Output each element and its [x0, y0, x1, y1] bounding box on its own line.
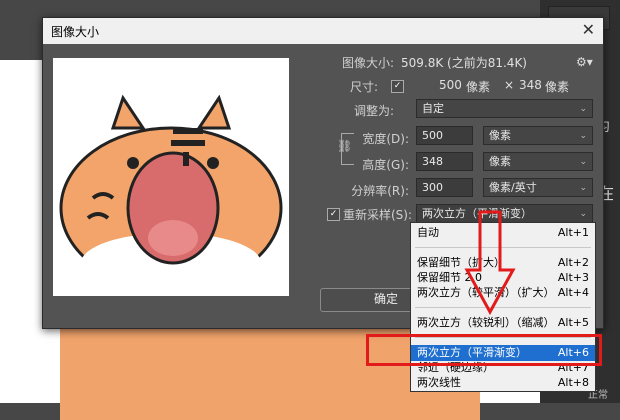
- highlight-box-annotation: [366, 334, 602, 366]
- red-arrow-annotation: [464, 210, 516, 316]
